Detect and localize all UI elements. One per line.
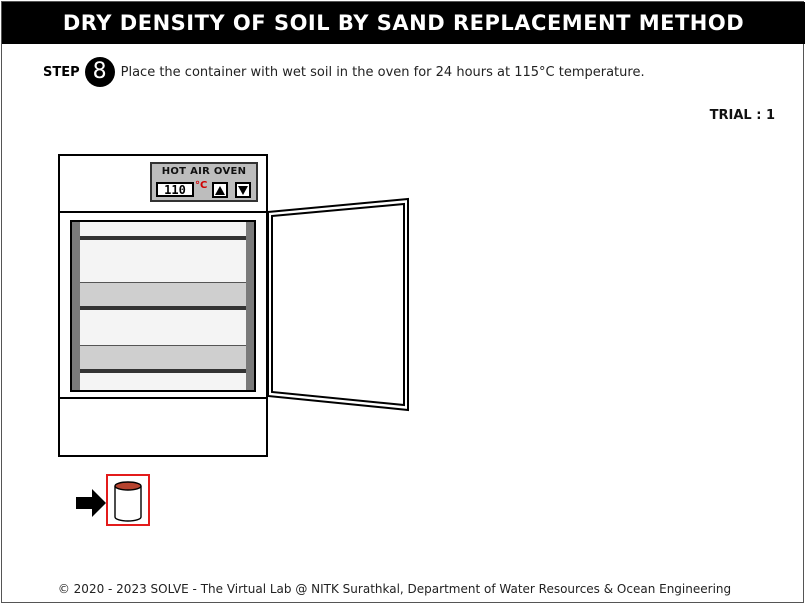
oven-rack bbox=[80, 236, 246, 240]
temperature-display: 110 bbox=[156, 182, 194, 197]
container-cylinder-icon bbox=[114, 481, 142, 522]
step-label: STEP bbox=[43, 64, 80, 80]
trial-text: TRIAL : 1 bbox=[709, 108, 775, 123]
oven-control-panel: HOT AIR OVEN 110 °C bbox=[150, 162, 258, 202]
trial-indicator: TRIAL : 1 bbox=[710, 108, 775, 123]
triangle-down-icon bbox=[238, 185, 248, 195]
temperature-up-button[interactable] bbox=[212, 182, 228, 198]
oven-tray bbox=[80, 345, 246, 371]
temperature-unit: °C bbox=[195, 180, 208, 191]
footer-copyright: © 2020 - 2023 SOLVE - The Virtual Lab @ … bbox=[57, 582, 732, 596]
oven-divider-top bbox=[60, 211, 266, 213]
oven-chamber[interactable] bbox=[70, 220, 256, 392]
oven-divider-bottom bbox=[60, 397, 266, 399]
oven-tray bbox=[80, 282, 246, 308]
arrow-right-icon bbox=[76, 489, 106, 517]
title-bar: DRY DENSITY OF SOIL BY SAND REPLACEMENT … bbox=[2, 2, 805, 44]
page-title: DRY DENSITY OF SOIL BY SAND REPLACEMENT … bbox=[62, 11, 745, 35]
hot-air-oven: HOT AIR OVEN 110 °C bbox=[58, 154, 268, 457]
chamber-wall-right bbox=[246, 222, 254, 390]
oven-door-open[interactable] bbox=[266, 196, 412, 414]
wet-soil-container[interactable] bbox=[106, 474, 150, 526]
step-instruction: STEP 8 Place the container with wet soil… bbox=[43, 57, 645, 87]
temperature-down-button[interactable] bbox=[235, 182, 251, 198]
oven-rack bbox=[80, 369, 246, 373]
oven-rack bbox=[80, 306, 246, 310]
step-text: Place the container with wet soil in the… bbox=[120, 64, 645, 80]
oven-panel-title: HOT AIR OVEN bbox=[161, 166, 247, 177]
triangle-up-icon bbox=[215, 185, 225, 195]
chamber-wall-left bbox=[72, 222, 80, 390]
step-number-badge: 8 bbox=[84, 57, 115, 87]
